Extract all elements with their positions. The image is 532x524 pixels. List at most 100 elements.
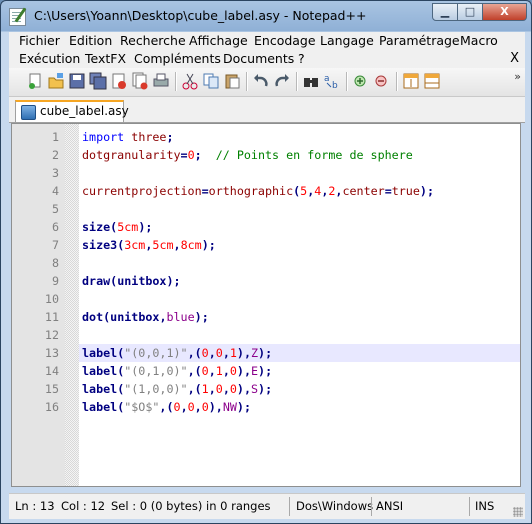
close-document-icon[interactable]: X (510, 51, 519, 66)
toolbar-separator (246, 72, 247, 91)
status-separator (371, 497, 372, 516)
line-number: 11 (44, 310, 59, 324)
title-bar[interactable]: C:\Users\Yoann\Desktop\cube_label.asy - … (1, 1, 531, 31)
code-text: dotgranularity=0; // Points en forme de … (82, 148, 413, 162)
line-number: 2 (51, 148, 59, 162)
menu-help[interactable]: ? (298, 51, 305, 66)
save-icon[interactable] (68, 72, 86, 90)
line-number: 4 (51, 184, 59, 198)
code-line[interactable]: 6 size(5cm); (52, 218, 520, 236)
menu-execution[interactable]: Exécution (19, 51, 80, 66)
code-line[interactable]: 15 label("(1,0,0)",(1,0,0),S); (45, 380, 520, 398)
status-separator (289, 497, 290, 516)
code-line[interactable]: 10 (45, 290, 520, 308)
line-number: 15 (44, 382, 59, 396)
maximize-button[interactable]: □ (457, 3, 483, 21)
window-title: C:\Users\Yoann\Desktop\cube_label.asy - … (34, 8, 367, 23)
fold-margin[interactable] (65, 124, 79, 486)
status-eol-format: Dos\Windows (296, 499, 374, 513)
code-text: import three; (82, 130, 174, 144)
paste-icon[interactable] (223, 72, 241, 90)
sync-vertical-icon[interactable] (402, 72, 420, 90)
toolbar-separator (396, 72, 397, 91)
undo-icon[interactable] (252, 72, 270, 90)
code-line[interactable]: 2 dotgranularity=0; // Points en forme de… (52, 146, 520, 164)
find-icon[interactable] (302, 72, 320, 90)
toolbar-separator (346, 72, 347, 91)
code-text: label("(1,0,0)",(1,0,0),S); (82, 382, 273, 396)
code-line[interactable]: 3 (52, 164, 520, 182)
code-line[interactable]: 11 dot(unitbox,blue); (45, 308, 520, 326)
menu-edition[interactable]: Edition (69, 33, 112, 48)
toolbar-overflow-icon[interactable]: » (514, 70, 521, 83)
code-line[interactable]: 5 (52, 200, 520, 218)
code-text: currentprojection=orthographic(5,4,2,cen… (82, 184, 434, 198)
line-number: 9 (51, 274, 59, 288)
tab-bar: cube_label.asy (9, 97, 525, 123)
line-number: 8 (51, 256, 59, 270)
code-line[interactable]: 4 currentprojection=orthographic(5,4,2,ce… (52, 182, 520, 200)
tab-cube-label[interactable]: cube_label.asy (15, 100, 129, 122)
close-button[interactable]: X (482, 3, 527, 21)
menu-macro[interactable]: Macro (460, 33, 498, 48)
code-line[interactable]: 9 draw(unitbox); (52, 272, 520, 290)
status-separator (469, 497, 470, 516)
menu-fichier[interactable]: Fichier (19, 33, 60, 48)
code-line[interactable]: 14 label("(0,1,0)",(0,1,0),E); (45, 362, 520, 380)
open-file-icon[interactable] (47, 72, 65, 90)
menu-recherche[interactable]: Recherche (120, 33, 186, 48)
menu-langage[interactable]: Langage (320, 33, 374, 48)
code-text: label("$O$",(0,0,0),NW); (82, 400, 252, 414)
tab-label: cube_label.asy (40, 104, 129, 118)
code-text: size3(3cm,5cm,8cm); (82, 238, 216, 252)
toolbar-separator (175, 72, 176, 91)
menu-affichage[interactable]: Affichage (189, 33, 248, 48)
code-editor[interactable]: 1 import three; 2 dotgranularity=0; // Poin… (11, 123, 521, 487)
copy-icon[interactable] (202, 72, 220, 90)
line-number: 6 (51, 220, 59, 234)
status-line: Ln : 13 (15, 499, 55, 513)
code-line[interactable]: 8 (52, 254, 520, 272)
svg-text:b: b (332, 81, 338, 90)
code-text: size(5cm); (82, 220, 153, 234)
code-text: label("(0,0,1)",(0,0,1),Z); (82, 346, 273, 360)
code-line[interactable]: 1 import three; (52, 128, 520, 146)
sync-horizontal-icon[interactable] (423, 72, 441, 90)
line-number: 1 (51, 130, 59, 144)
resize-grip[interactable] (513, 507, 523, 517)
menu-parametrage[interactable]: Paramétrage (379, 33, 460, 48)
status-encoding: ANSI (376, 499, 404, 513)
menu-encodage[interactable]: Encodage (254, 33, 316, 48)
status-insert-mode: INS (475, 499, 495, 513)
close-all-icon[interactable] (131, 72, 149, 90)
zoom-in-icon[interactable] (352, 72, 370, 90)
cut-icon[interactable] (181, 72, 199, 90)
menu-complements[interactable]: Compléments (134, 51, 221, 66)
code-line[interactable]: 7 size3(3cm,5cm,8cm); (52, 236, 520, 254)
code-area[interactable]: 1 import three; 2 dotgranularity=0; // Poin… (45, 124, 520, 486)
zoom-out-icon[interactable] (373, 72, 391, 90)
line-number: 3 (51, 166, 59, 180)
notepadpp-icon (9, 8, 26, 26)
status-column: Col : 12 (61, 499, 106, 513)
close-icon[interactable] (110, 72, 128, 90)
line-number: 5 (51, 202, 59, 216)
status-selection: Sel : 0 (0 bytes) in 0 ranges (111, 499, 271, 513)
svg-text:a: a (324, 74, 330, 84)
code-line[interactable]: 12 (45, 326, 520, 344)
code-text: dot(unitbox,blue); (82, 310, 209, 324)
print-icon[interactable] (152, 72, 170, 90)
code-text: draw(unitbox); (82, 274, 181, 288)
replace-icon[interactable]: ab (323, 72, 341, 91)
menu-documents[interactable]: Documents (223, 51, 294, 66)
minimize-button[interactable]: ▁ (432, 3, 458, 21)
code-line[interactable]: 16 label("$O$",(0,0,0),NW); (45, 398, 520, 416)
line-number: 16 (44, 400, 59, 414)
menu-textfx[interactable]: TextFX (85, 51, 126, 66)
new-file-icon[interactable] (26, 72, 44, 90)
saved-file-icon (21, 105, 36, 120)
redo-icon[interactable] (273, 72, 291, 90)
code-line[interactable]: 13 label("(0,0,1)",(0,0,1),Z); (45, 344, 520, 362)
line-number: 13 (44, 346, 59, 360)
save-all-icon[interactable] (89, 72, 107, 90)
